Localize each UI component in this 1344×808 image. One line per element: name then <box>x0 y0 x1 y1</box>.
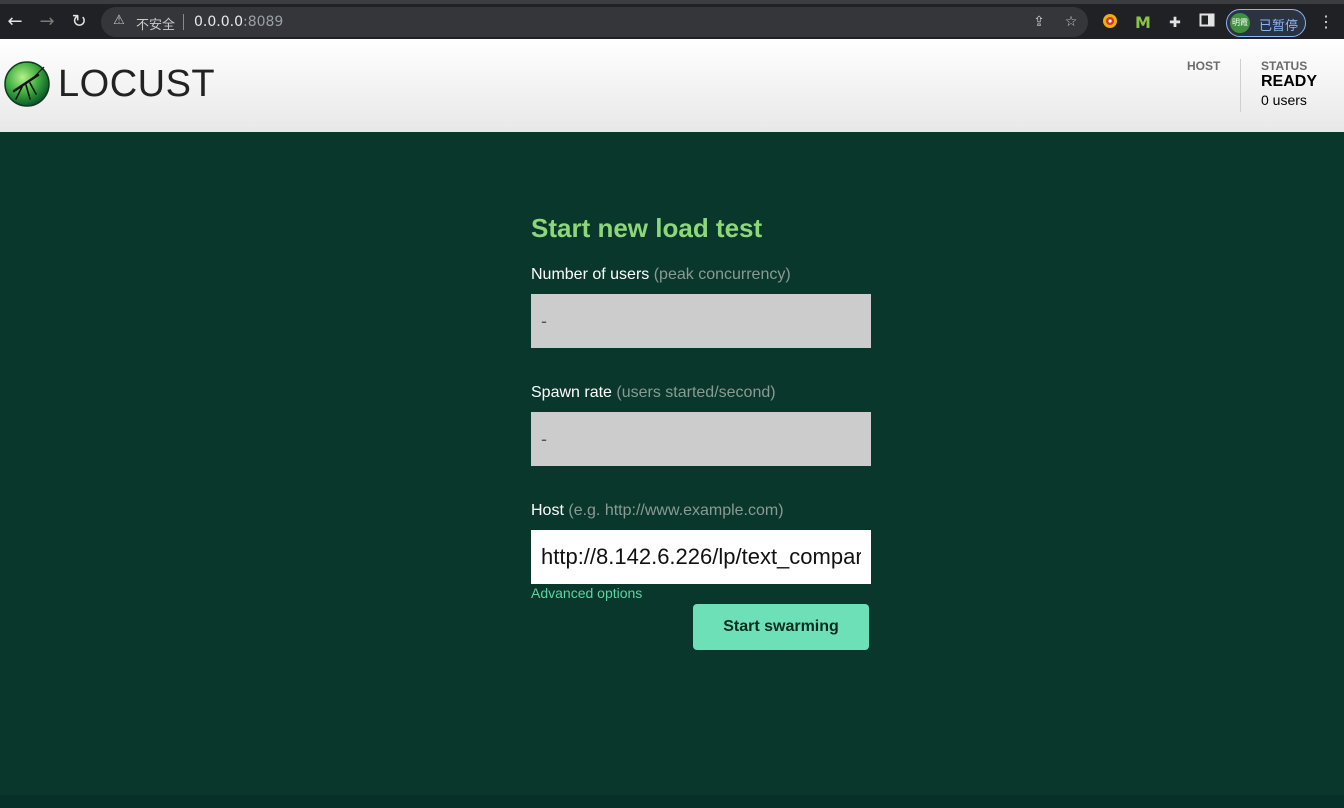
users-field-label: Number of users (peak concurrency) <box>531 266 791 284</box>
menu-kebab-icon[interactable]: ⋮ <box>1318 12 1334 34</box>
address-separator <box>183 14 184 30</box>
users-label-text: Number of users <box>531 266 650 283</box>
user-count: 0 users <box>1261 92 1307 108</box>
host-field-label: Host (e.g. http://www.example.com) <box>531 502 784 520</box>
spawn-hint: (users started/second) <box>616 384 776 401</box>
profile-button[interactable]: 明霞 已暂停 <box>1226 9 1306 37</box>
locust-logo-icon[interactable] <box>4 61 50 107</box>
stats-divider <box>1240 59 1241 112</box>
status-value: READY <box>1261 73 1318 90</box>
status-label: STATUS <box>1261 59 1308 73</box>
bookmark-star-icon[interactable]: ☆ <box>1062 13 1080 31</box>
address-bar[interactable]: ⚠ 不安全 0.0.0.0:8089 ⇪ ☆ <box>101 7 1088 37</box>
page-header: LOCUST HOST STATUS READY 0 users <box>0 39 1344 132</box>
url-host: 0.0.0.0 <box>194 14 243 30</box>
back-arrow-icon[interactable]: ← <box>1 8 29 36</box>
profile-status: 已暂停 <box>1259 19 1299 34</box>
spawn-rate-input[interactable] <box>531 412 871 466</box>
logo-text: LOCUST <box>58 63 216 105</box>
avatar: 明霞 <box>1230 13 1250 33</box>
advanced-options-link[interactable]: Advanced options <box>531 585 642 601</box>
extension-icon-1[interactable] <box>1099 12 1121 34</box>
warning-icon[interactable]: ⚠ <box>111 13 127 29</box>
forward-arrow-icon[interactable]: → <box>33 8 61 36</box>
host-label: HOST <box>1187 59 1221 73</box>
host-label-text: Host <box>531 502 564 519</box>
users-hint: (peak concurrency) <box>653 266 791 283</box>
security-label[interactable]: 不安全 <box>136 14 175 33</box>
start-swarming-button[interactable]: Start swarming <box>693 604 869 650</box>
url-port: :8089 <box>242 14 284 30</box>
browser-toolbar: ← → ↻ ⚠ 不安全 0.0.0.0:8089 ⇪ ☆ M ✚ 明霞 已暂停 … <box>0 0 1344 39</box>
share-icon[interactable]: ⇪ <box>1030 13 1048 31</box>
side-panel-icon[interactable] <box>1196 12 1218 34</box>
extension-m-icon[interactable]: M <box>1132 12 1154 34</box>
reload-icon[interactable]: ↻ <box>65 8 93 36</box>
host-input[interactable] <box>531 530 871 584</box>
host-hint: (e.g. http://www.example.com) <box>568 502 784 519</box>
spawn-label-text: Spawn rate <box>531 384 612 401</box>
footer-band <box>0 795 1344 808</box>
form-title: Start new load test <box>531 213 763 243</box>
spawn-field-label: Spawn rate (users started/second) <box>531 384 776 402</box>
puzzle-icon[interactable]: ✚ <box>1164 12 1186 34</box>
url-text[interactable]: 0.0.0.0:8089 <box>194 14 283 30</box>
users-input[interactable] <box>531 294 871 348</box>
